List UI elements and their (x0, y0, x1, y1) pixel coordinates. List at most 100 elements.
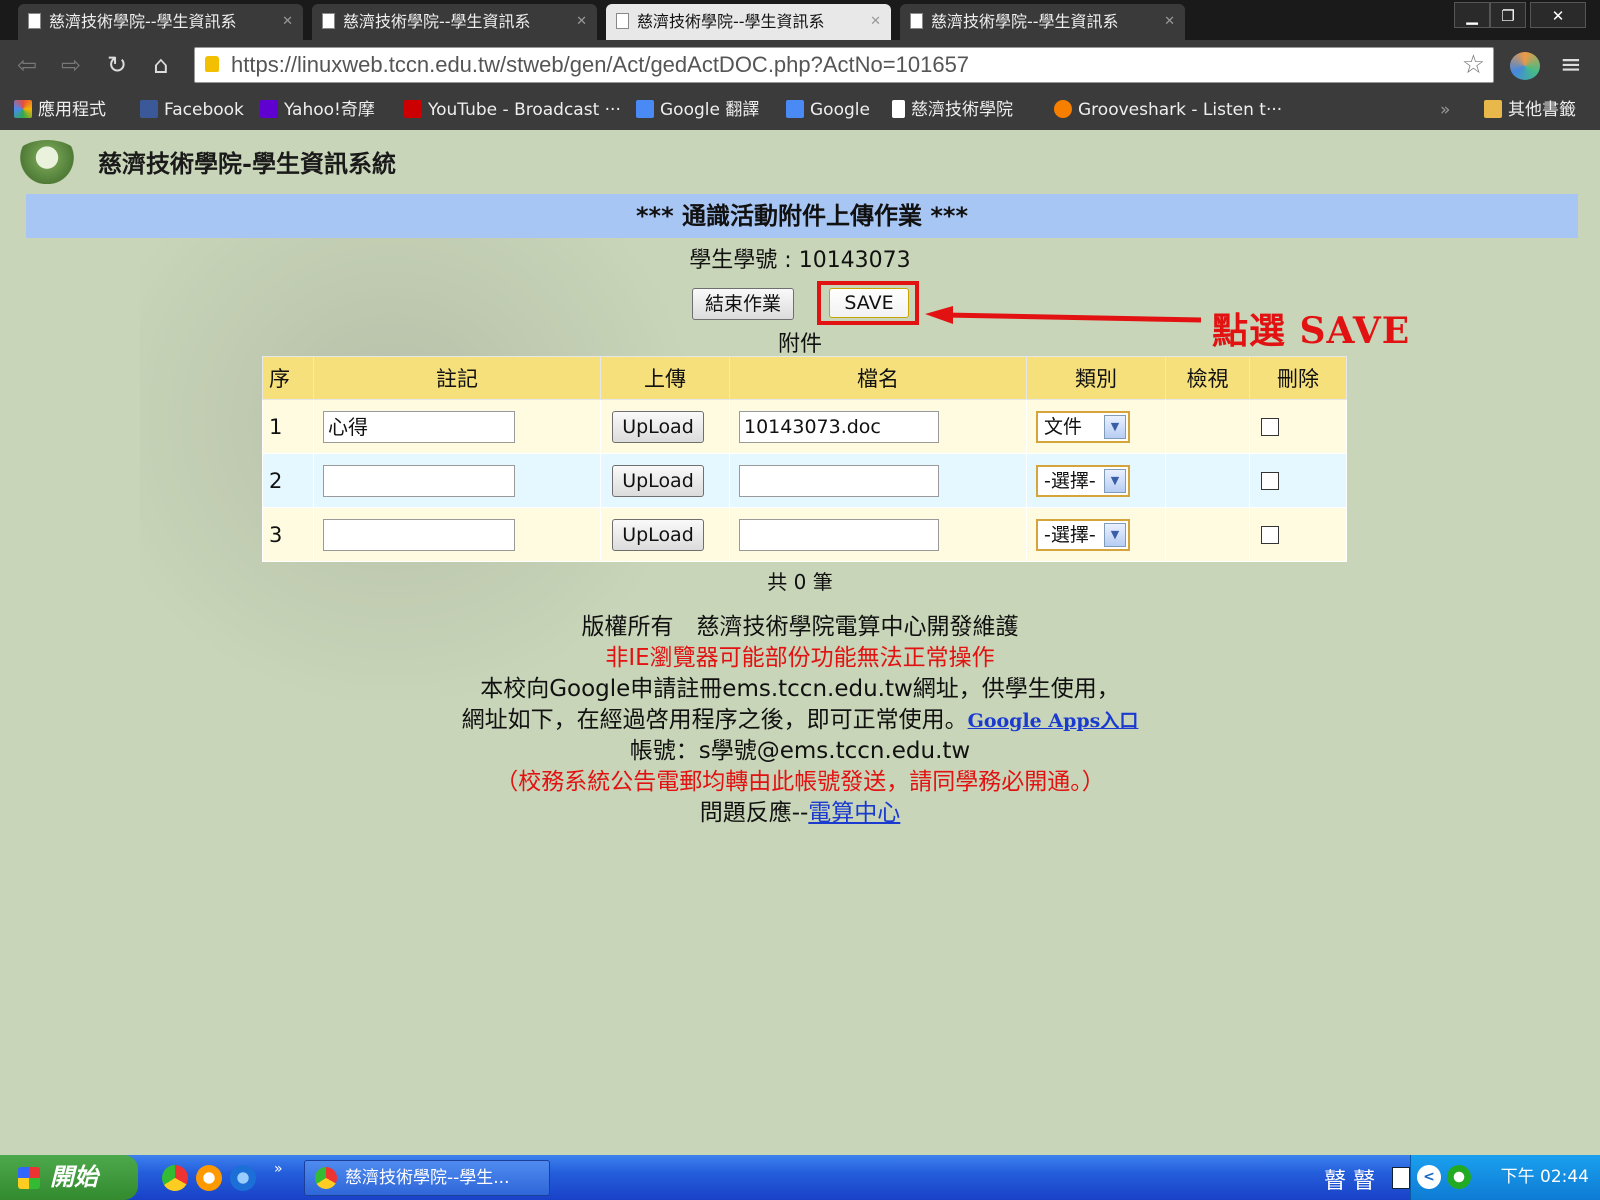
delete-checkbox[interactable] (1261, 417, 1279, 436)
windows-taskbar: 開始 » 慈濟技術學院--學生... 瞽 瞽 < 下午 02:44 (0, 1155, 1600, 1200)
note-input[interactable]: 心得 (323, 410, 515, 443)
category-select[interactable]: 文件 ▼ (1036, 410, 1130, 443)
filename-cell (729, 453, 1027, 508)
taskbar-clock[interactable]: 下午 02:44 (1501, 1155, 1589, 1200)
bookmark-google-translate[interactable]: Google 翻譯 (636, 90, 759, 130)
computer-center-link[interactable]: 電算中心 (808, 800, 900, 826)
google-apps-link[interactable]: Google Apps入口 (968, 710, 1139, 732)
browser-tab-2[interactable]: 慈濟技術學院--學生資訊系 ✕ (312, 4, 597, 40)
internet-explorer-icon[interactable] (230, 1165, 256, 1191)
chevron-down-icon[interactable]: ▼ (1104, 414, 1126, 439)
note-input[interactable] (323, 464, 515, 497)
chevron-down-icon[interactable]: ▼ (1104, 522, 1126, 547)
bookmark-apps[interactable]: 應用程式 (14, 90, 106, 130)
category-select[interactable]: -選擇- ▼ (1036, 518, 1130, 551)
bookmark-facebook[interactable]: Facebook (140, 90, 244, 130)
close-tab-icon[interactable]: ✕ (576, 4, 587, 40)
quicklaunch-expand-icon[interactable]: » (274, 1161, 283, 1177)
save-button[interactable]: SAVE (829, 288, 909, 318)
bookmark-label: Facebook (164, 100, 244, 120)
chrome-quicklaunch-icon[interactable] (162, 1165, 188, 1191)
bookmark-yahoo[interactable]: Yahoo!奇摩 (260, 90, 375, 130)
table-row: 3 UpLoad -選擇- ▼ (262, 507, 1347, 562)
col-delete: 刪除 (1249, 356, 1347, 400)
attachment-heading: 附件 (777, 332, 822, 357)
feedback-line: 問題反應--電算中心 (0, 798, 1600, 829)
category-cell: -選擇- ▼ (1026, 453, 1166, 508)
more-bookmarks-chevron[interactable]: » (1440, 90, 1450, 130)
keyboard-icon[interactable] (1392, 1167, 1410, 1189)
bookmark-youtube[interactable]: YouTube - Broadcast ··· (404, 90, 621, 130)
yahoo-icon (260, 100, 278, 118)
ime-indicator[interactable]: 瞽 瞽 (1324, 1163, 1375, 1195)
menu-icon[interactable]: ≡ (1560, 50, 1582, 80)
media-player-icon[interactable] (196, 1165, 222, 1191)
delete-checkbox[interactable] (1261, 471, 1279, 490)
table-header-row: 序 註記 上傳 檔名 類別 檢視 刪除 (262, 356, 1347, 400)
browser-toolbar: ⇦ ⇨ ↻ ⌂ https://linuxweb.tccn.edu.tw/stw… (0, 40, 1600, 90)
minimize-icon[interactable]: ▁ (1454, 2, 1490, 28)
browser-tab-4[interactable]: 慈濟技術學院--學生資訊系 ✕ (900, 4, 1185, 40)
school-logo (12, 140, 82, 184)
filename-field[interactable]: 10143073.doc (739, 410, 939, 443)
tray-expand-icon[interactable]: < (1417, 1165, 1441, 1189)
other-bookmarks-folder[interactable]: 其他書籤 (1484, 90, 1576, 130)
chrome-icon (315, 1167, 337, 1189)
chevron-down-icon[interactable]: ▼ (1104, 468, 1126, 493)
translate-icon (636, 100, 654, 118)
upload-button[interactable]: UpLoad (612, 410, 704, 443)
browser-tab-1[interactable]: 慈濟技術學院--學生資訊系 ✕ (18, 4, 303, 40)
category-select[interactable]: -選擇- ▼ (1036, 464, 1130, 497)
bookmark-label: 其他書籤 (1508, 100, 1576, 120)
close-tab-icon[interactable]: ✕ (282, 4, 293, 40)
note-cell (313, 507, 601, 562)
view-cell (1165, 399, 1250, 454)
close-window-icon[interactable]: ✕ (1530, 2, 1586, 28)
start-button[interactable]: 開始 (0, 1155, 138, 1200)
email-notice: （校務系統公告電郵均轉由此帳號發送，請同學務必開通。） (495, 769, 1105, 795)
upload-button[interactable]: UpLoad (612, 464, 704, 497)
bookmark-label: YouTube - Broadcast ··· (428, 100, 621, 120)
close-tab-icon[interactable]: ✕ (1164, 4, 1175, 40)
copyright-text: 版權所有 慈濟技術學院電算中心開發維護 (581, 614, 1019, 640)
category-cell: -選擇- ▼ (1026, 507, 1166, 562)
tray-app-icon[interactable] (1447, 1165, 1471, 1189)
filename-field[interactable] (739, 518, 939, 551)
reload-icon[interactable]: ↻ (102, 50, 132, 80)
page-icon (322, 13, 335, 29)
account-info: 帳號：s學號@ems.tccn.edu.tw (629, 738, 971, 764)
tab-title: 慈濟技術學院--學生資訊系 (49, 12, 237, 31)
attachment-table: 序 註記 上傳 檔名 類別 檢視 刪除 1 心得 UpLoad 10143073… (262, 356, 1347, 562)
col-seq: 序 (262, 356, 314, 400)
end-task-button[interactable]: 結束作業 (692, 288, 794, 320)
bookmark-star-icon[interactable]: ☆ (1462, 50, 1485, 80)
row-seq: 2 (262, 453, 314, 508)
taskbar-chrome-window[interactable]: 慈濟技術學院--學生... (304, 1160, 550, 1196)
col-filename: 檔名 (729, 356, 1027, 400)
close-tab-icon[interactable]: ✕ (870, 4, 881, 40)
delete-checkbox[interactable] (1261, 525, 1279, 544)
note-cell: 心得 (313, 399, 601, 454)
note-input[interactable] (323, 518, 515, 551)
bookmark-label: Google (810, 100, 870, 120)
extension-icon[interactable] (1510, 52, 1540, 80)
bookmark-grooveshark[interactable]: Grooveshark - Listen t··· (1054, 90, 1282, 130)
bookmark-google[interactable]: Google (786, 90, 870, 130)
tab-title: 慈濟技術學院--學生資訊系 (343, 12, 531, 31)
restore-icon[interactable]: ❐ (1490, 2, 1526, 28)
category-value: 文件 (1044, 415, 1083, 438)
upload-button[interactable]: UpLoad (612, 518, 704, 551)
back-arrow-icon[interactable]: ⇦ (12, 50, 42, 80)
browser-tab-3-active[interactable]: 慈濟技術學院--學生資訊系 ✕ (606, 4, 891, 40)
forward-arrow-icon[interactable]: ⇨ (56, 50, 86, 80)
bookmark-tccn[interactable]: 慈濟技術學院 (892, 90, 1013, 130)
upload-cell: UpLoad (600, 507, 730, 562)
browser-tab-bar: 慈濟技術學院--學生資訊系 ✕ 慈濟技術學院--學生資訊系 ✕ 慈濟技術學院--學生… (0, 0, 1600, 40)
home-icon[interactable]: ⌂ (146, 50, 176, 80)
delete-cell (1249, 453, 1347, 508)
google-notice-line2: 網址如下，在經過啓用程序之後，即可正常使用。Google Apps入口 (0, 705, 1600, 737)
category-value: -選擇- (1044, 523, 1096, 546)
page-icon (616, 13, 629, 29)
address-bar[interactable]: https://linuxweb.tccn.edu.tw/stweb/gen/A… (194, 47, 1494, 83)
filename-field[interactable] (739, 464, 939, 497)
